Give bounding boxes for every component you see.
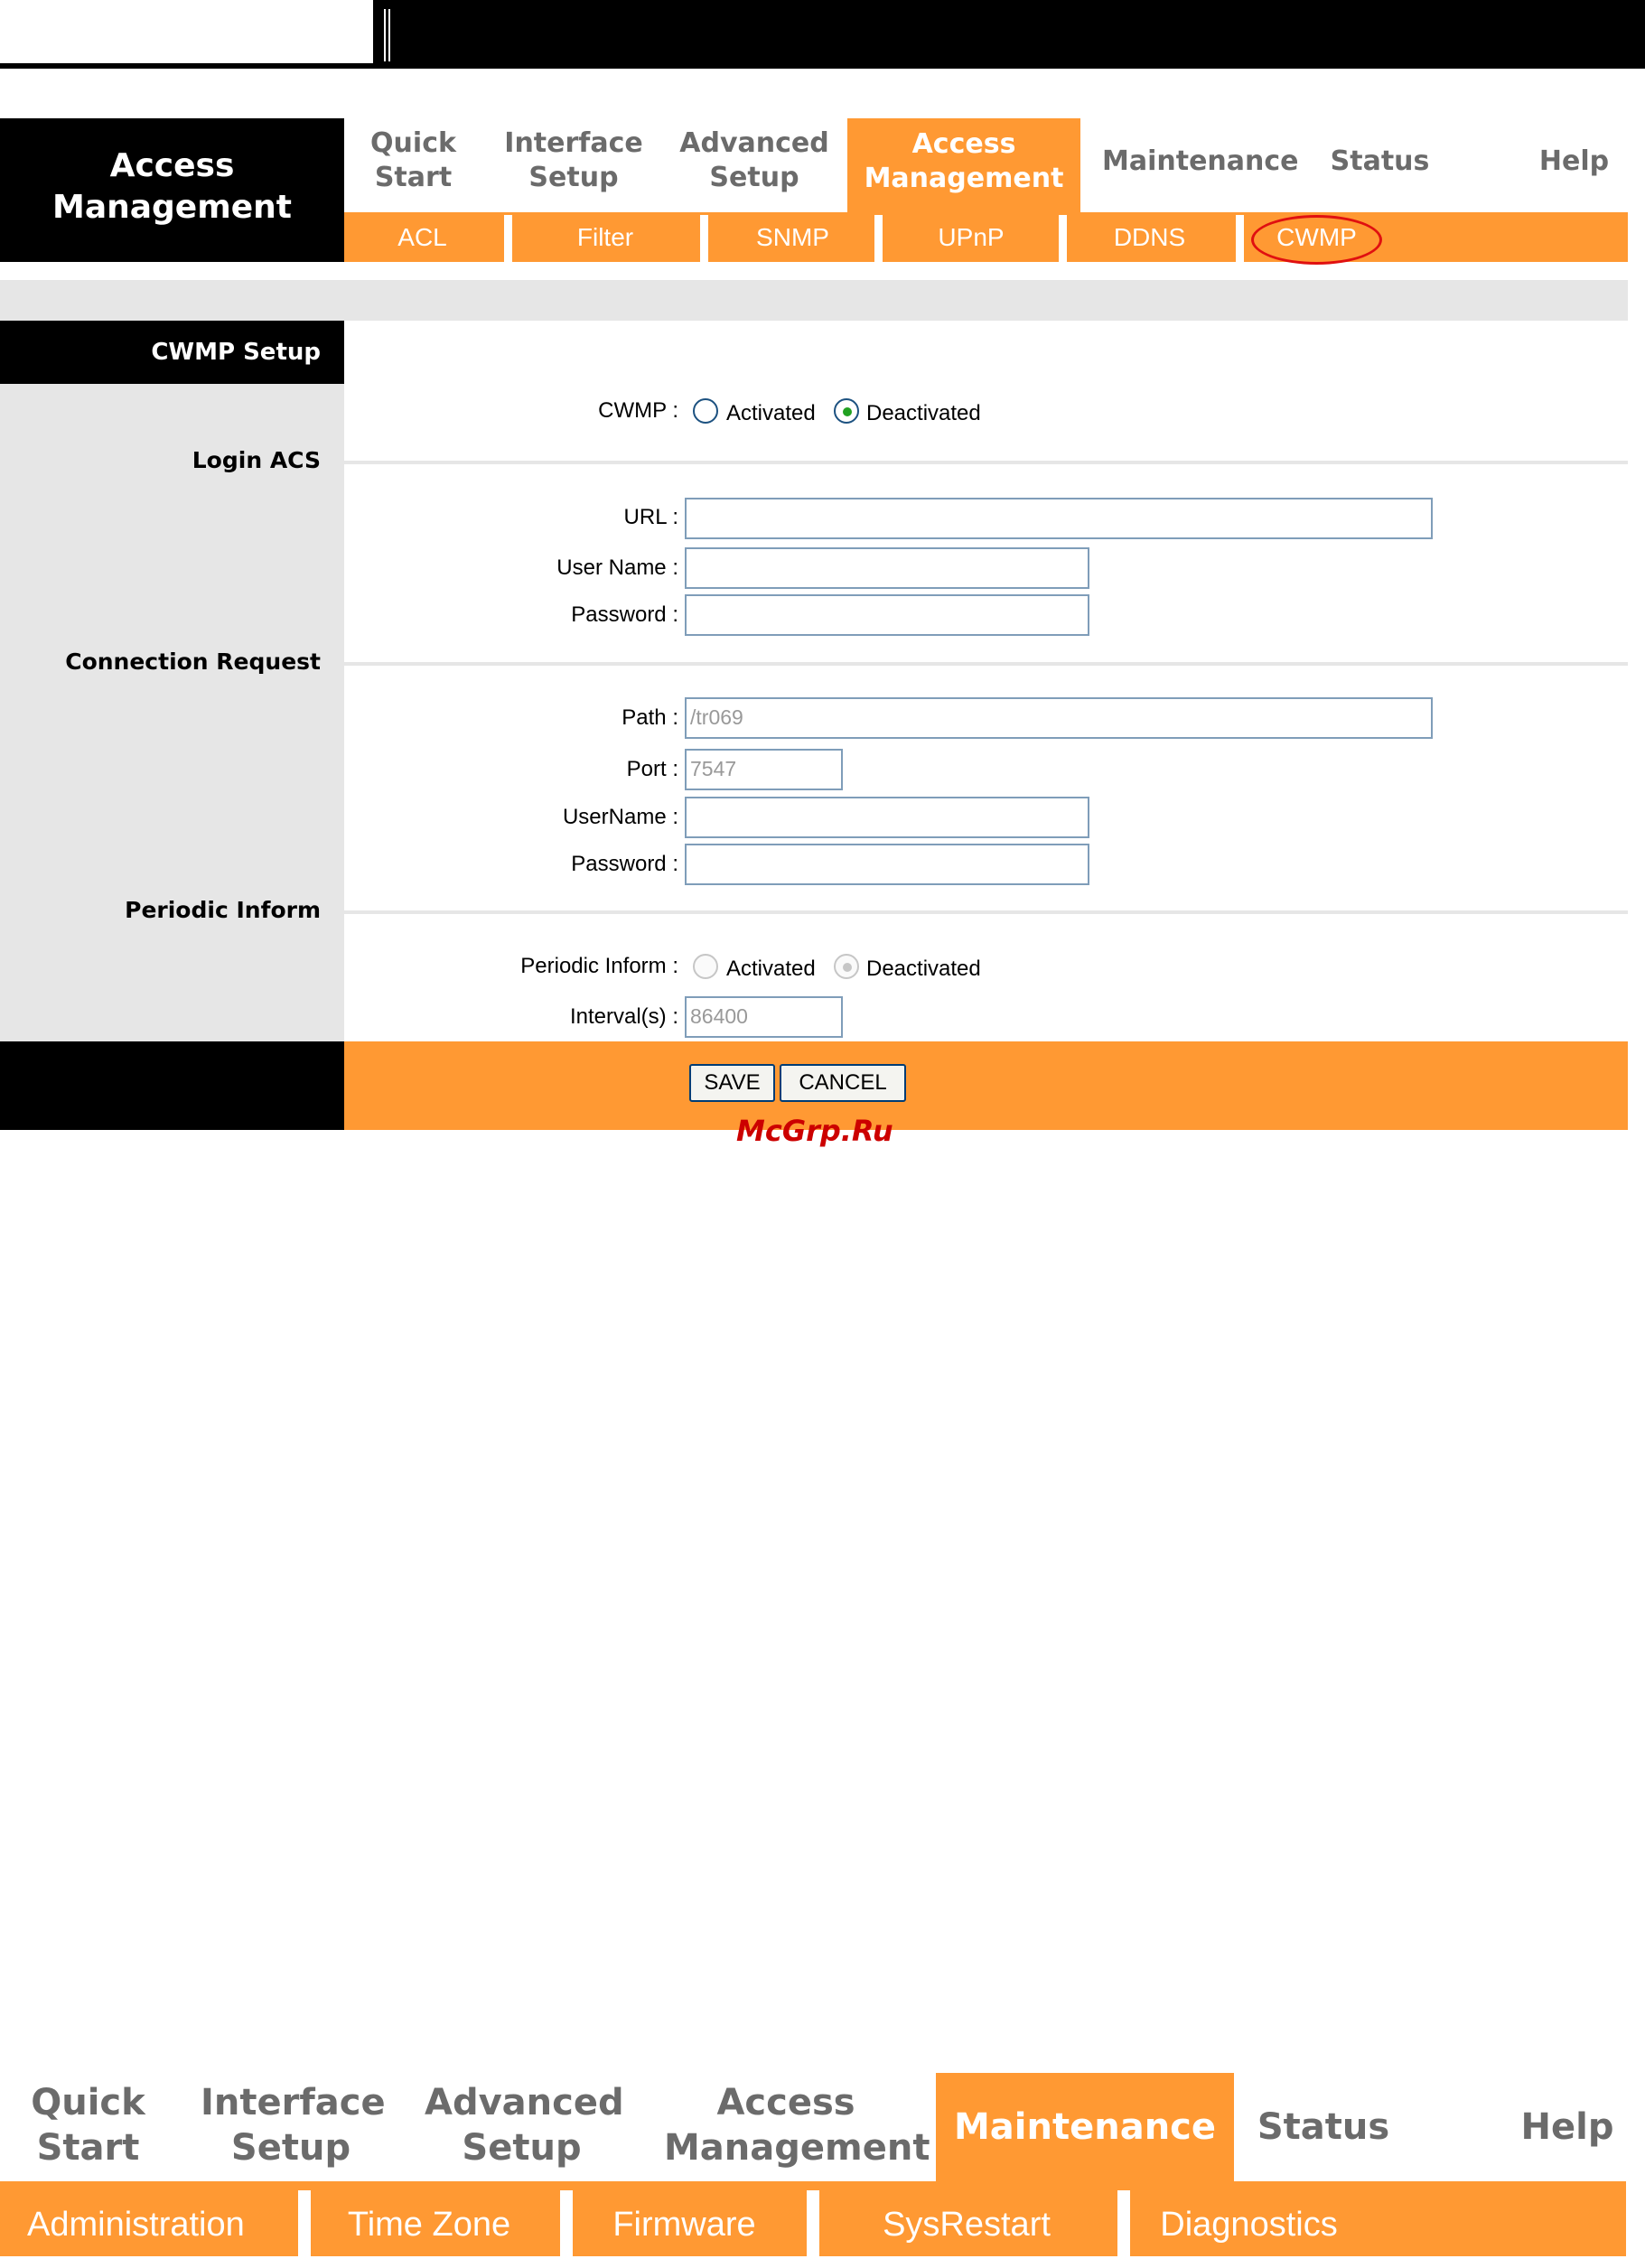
nav-interface-setup[interactable]: Interface Setup xyxy=(501,126,646,195)
nav2-interface-setup-line2: Setup xyxy=(230,2127,351,2169)
nav2-quick-start-line1: Quick xyxy=(31,2082,145,2123)
nav-help[interactable]: Help xyxy=(1531,145,1617,179)
nav2-advanced-setup-line2: Setup xyxy=(462,2127,582,2169)
save-button[interactable]: SAVE xyxy=(689,1064,775,1102)
content-top-band xyxy=(0,280,1628,321)
password-input[interactable] xyxy=(685,594,1089,636)
conn-password-input[interactable] xyxy=(685,844,1089,885)
subnav2-separator xyxy=(560,2190,573,2256)
radio-selected-dot xyxy=(843,407,852,416)
panel-title: CWMP Setup xyxy=(0,321,344,384)
conn-password-label: Password : xyxy=(571,852,678,876)
subnav2-separator xyxy=(1117,2190,1130,2256)
url-input[interactable] xyxy=(685,498,1433,539)
subtab2-time-zone[interactable]: Time Zone xyxy=(325,2181,533,2256)
nav-status[interactable]: Status xyxy=(1323,145,1436,179)
nav2-advanced-setup-line1: Advanced xyxy=(425,2082,624,2123)
subtab-ddns[interactable]: DDNS xyxy=(1075,212,1224,262)
brand-line-1: Access xyxy=(109,147,235,184)
nav2-access-management-line2: Management xyxy=(664,2127,930,2169)
cancel-button[interactable]: CANCEL xyxy=(780,1064,906,1102)
nav2-help[interactable]: Help xyxy=(1513,2105,1622,2150)
username-input[interactable] xyxy=(685,547,1089,589)
nav2-quick-start-line2: Start xyxy=(36,2127,140,2169)
nav2-advanced-setup[interactable]: Advanced Setup xyxy=(425,2080,624,2170)
nav-access-management[interactable]: Access Management xyxy=(847,118,1080,212)
section-connection-request: Connection Request xyxy=(65,649,321,675)
periodic-inform-label: Periodic Inform : xyxy=(520,954,678,978)
subnav-separator xyxy=(874,215,883,262)
section-periodic-inform: Periodic Inform xyxy=(125,897,321,923)
subnav2-separator xyxy=(807,2190,819,2256)
url-label: URL : xyxy=(623,505,678,529)
nav2-interface-setup[interactable]: Interface Setup xyxy=(201,2080,386,2170)
subtab-acl[interactable]: ACL xyxy=(361,212,483,262)
conn-username-label: UserName : xyxy=(562,805,678,829)
subnav-separator xyxy=(700,215,708,262)
nav-quick-start-line2: Start xyxy=(374,162,453,193)
header-divider xyxy=(384,9,390,61)
nav-access-management-line1: Access xyxy=(911,128,1016,160)
interval-input[interactable]: 86400 xyxy=(685,996,843,1038)
nav2-access-management[interactable]: Access Management xyxy=(664,2080,930,2170)
section-divider xyxy=(344,910,1628,914)
conn-username-input[interactable] xyxy=(685,797,1089,838)
subtab-snmp[interactable]: SNMP xyxy=(714,212,872,262)
periodic-deactivated-radio[interactable] xyxy=(834,954,859,979)
periodic-activated-radio[interactable] xyxy=(693,954,718,979)
cwmp-deactivated-radio[interactable] xyxy=(834,398,859,424)
nav-quick-start-line1: Quick xyxy=(370,127,456,159)
subtab2-administration[interactable]: Administration xyxy=(27,2181,266,2256)
path-input[interactable]: /tr069 xyxy=(685,697,1433,739)
cwmp-activated-radio[interactable] xyxy=(693,398,718,424)
subnav-separator xyxy=(504,215,512,262)
cwmp-activated-label: Activated xyxy=(726,401,816,425)
periodic-activated-label: Activated xyxy=(726,957,816,981)
section-login-acs: Login ACS xyxy=(192,447,321,473)
interval-label: Interval(s) : xyxy=(569,1004,678,1029)
port-label: Port : xyxy=(626,757,678,781)
subnav2-separator xyxy=(298,2190,311,2256)
nav-interface-setup-line1: Interface xyxy=(504,127,643,159)
cwmp-highlight-circle xyxy=(1251,215,1382,265)
password-label: Password : xyxy=(571,602,678,627)
cwmp-label: CWMP : xyxy=(598,398,678,423)
subnav-separator xyxy=(1236,215,1244,262)
nav-advanced-setup-line2: Setup xyxy=(709,162,799,193)
port-input[interactable]: 7547 xyxy=(685,749,843,790)
subtab-filter[interactable]: Filter xyxy=(519,212,691,262)
section-divider xyxy=(344,461,1628,464)
top-header-logo-area xyxy=(0,0,373,63)
nav-interface-setup-line2: Setup xyxy=(528,162,619,193)
nav2-access-management-line1: Access xyxy=(716,2082,855,2123)
periodic-deactivated-label: Deactivated xyxy=(866,957,981,981)
brand-line-2: Management xyxy=(52,189,292,226)
radio-selected-dot xyxy=(843,963,852,972)
username-label: User Name : xyxy=(556,555,678,580)
nav-advanced-setup-line1: Advanced xyxy=(679,127,829,159)
subtab2-firmware[interactable]: Firmware xyxy=(583,2181,786,2256)
nav-access-management-line2: Management xyxy=(864,163,1064,194)
nav2-quick-start[interactable]: Quick Start xyxy=(23,2080,154,2170)
left-label-column xyxy=(0,321,344,1041)
watermark: McGrp.Ru xyxy=(736,1114,893,1148)
path-label: Path : xyxy=(622,705,678,730)
panel-footer xyxy=(344,1041,1628,1130)
panel-footer-left xyxy=(0,1041,344,1130)
subtab2-sysrestart[interactable]: SysRestart xyxy=(827,2181,1107,2256)
subnav-separator xyxy=(1059,215,1067,262)
subtab2-diagnostics[interactable]: Diagnostics xyxy=(1138,2181,1360,2256)
nav-advanced-setup[interactable]: Advanced Setup xyxy=(678,126,831,195)
nav2-status[interactable]: Status xyxy=(1251,2105,1396,2150)
nav-maintenance[interactable]: Maintenance xyxy=(1102,145,1299,179)
nav-quick-start[interactable]: Quick Start xyxy=(366,126,461,195)
nav2-maintenance[interactable]: Maintenance xyxy=(936,2073,1234,2181)
cwmp-deactivated-label: Deactivated xyxy=(866,401,981,425)
section-divider xyxy=(344,662,1628,666)
section-brand: Access Management xyxy=(0,118,344,262)
subtab-upnp[interactable]: UPnP xyxy=(890,212,1052,262)
nav2-interface-setup-line1: Interface xyxy=(201,2082,386,2123)
